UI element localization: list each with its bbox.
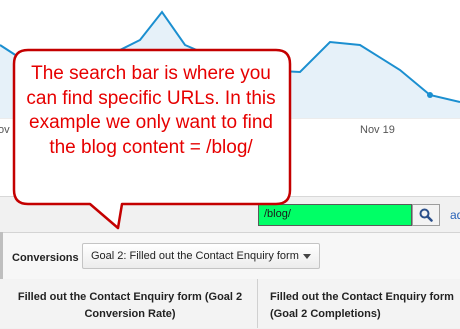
table-header-row: Filled out the Contact Enquiry form (Goa… — [0, 279, 460, 328]
column-header-conversion-rate[interactable]: Filled out the Contact Enquiry form (Goa… — [3, 279, 258, 328]
conversions-row: Conversions Goal 2: Filled out the Conta… — [0, 232, 460, 280]
search-icon — [419, 208, 433, 222]
x-tick-label: Nov 19 — [360, 124, 395, 136]
sessions-line-chart: ov 5 Nov 19 — [0, 0, 460, 146]
goal-select-value: Goal 2: Filled out the Contact Enquiry f… — [91, 250, 299, 262]
advanced-search-link[interactable]: ad — [450, 208, 460, 222]
column-header-completions[interactable]: Filled out the Contact Enquiry form (Goa… — [258, 279, 460, 328]
table-search-bar: /blog/ ad — [0, 200, 460, 230]
search-button[interactable] — [412, 204, 440, 226]
chart-point — [427, 92, 433, 98]
x-tick-label: ov 5 — [0, 124, 19, 136]
conversions-label: Conversions — [12, 252, 79, 264]
search-input[interactable]: /blog/ — [258, 204, 412, 226]
goal-select-dropdown[interactable]: Goal 2: Filled out the Contact Enquiry f… — [82, 243, 320, 269]
chevron-down-icon — [303, 254, 311, 259]
